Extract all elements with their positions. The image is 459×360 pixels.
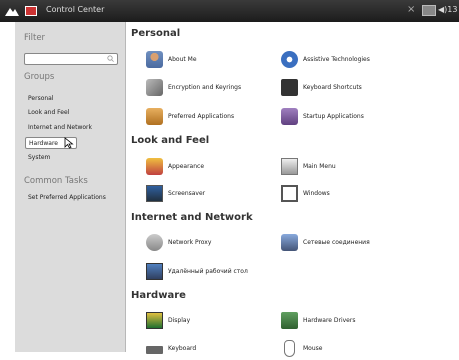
sidebar-item-system[interactable]: System	[28, 154, 50, 161]
launcher-label: Appearance	[168, 163, 205, 170]
sidebar-item-look-and-feel[interactable]: Look and Feel	[28, 109, 69, 116]
sidebar-item-internet-and-network[interactable]: Internet and Network	[28, 124, 92, 131]
main-panel: Personal About Me Assistive Technologies…	[126, 22, 459, 357]
launcher-label: Hardware Drivers	[303, 317, 356, 324]
window-title: Control Center	[46, 5, 105, 14]
windows-icon	[281, 185, 298, 202]
mouse-icon	[284, 340, 295, 357]
launcher-label: Mouse	[303, 345, 323, 352]
drivers-icon	[281, 312, 298, 329]
launcher-label: Keyboard	[168, 345, 197, 352]
person-icon	[146, 51, 163, 68]
common-tasks-heading: Common Tasks	[24, 176, 88, 186]
sidebar-item-personal[interactable]: Personal	[28, 95, 54, 102]
section-title-internet-and-network: Internet and Network	[131, 212, 253, 223]
accessibility-icon	[281, 51, 298, 68]
launcher-label: About Me	[168, 56, 197, 63]
proxy-icon	[146, 234, 163, 251]
launcher-label: Startup Applications	[303, 113, 364, 120]
startup-icon	[281, 108, 298, 125]
launcher-label: Preferred Applications	[168, 113, 235, 120]
close-icon[interactable]: ×	[407, 4, 415, 15]
menu-icon	[281, 158, 298, 175]
launcher-label: Keyboard Shortcuts	[303, 84, 362, 91]
launcher-label: Assistive Technologies	[303, 56, 370, 63]
app-icon[interactable]	[25, 6, 37, 16]
top-panel: Control Center × ◀)13	[0, 0, 459, 22]
launcher-label: Screensaver	[168, 190, 206, 197]
volume-icon[interactable]: ◀)13	[438, 5, 457, 14]
filter-heading: Filter	[24, 33, 46, 43]
remote-desktop-icon	[146, 263, 163, 280]
network-icon	[281, 234, 298, 251]
search-icon	[107, 55, 114, 62]
monitor-icon[interactable]	[422, 5, 436, 16]
section-title-personal: Personal	[131, 28, 181, 39]
sidebar: Filter Groups Personal Look and Feel Int…	[15, 22, 126, 352]
screensaver-icon	[146, 185, 163, 202]
launcher-label: Сетевые соединения	[303, 239, 370, 246]
mouse-pointer-icon	[64, 137, 74, 149]
distro-logo-icon[interactable]	[5, 6, 19, 16]
keys-icon	[146, 79, 163, 96]
section-title-hardware: Hardware	[131, 290, 186, 301]
keyboard-icon	[281, 79, 298, 96]
groups-heading: Groups	[24, 72, 55, 82]
launcher-label: Display	[168, 317, 191, 324]
preferred-apps-icon	[146, 108, 163, 125]
appearance-icon	[146, 158, 163, 175]
task-set-preferred-applications[interactable]: Set Preferred Applications	[28, 194, 106, 201]
section-title-look-and-feel: Look and Feel	[131, 135, 210, 146]
launcher-label: Encryption and Keyrings	[168, 84, 242, 91]
search-input[interactable]	[24, 53, 118, 65]
display-icon	[146, 312, 163, 329]
launcher-label: Main Menu	[303, 163, 336, 170]
launcher-label: Network Proxy	[168, 239, 212, 246]
launcher-label: Удалённый рабочий стол	[168, 268, 248, 275]
keyboard-icon	[146, 346, 163, 354]
launcher-label: Windows	[303, 190, 330, 197]
